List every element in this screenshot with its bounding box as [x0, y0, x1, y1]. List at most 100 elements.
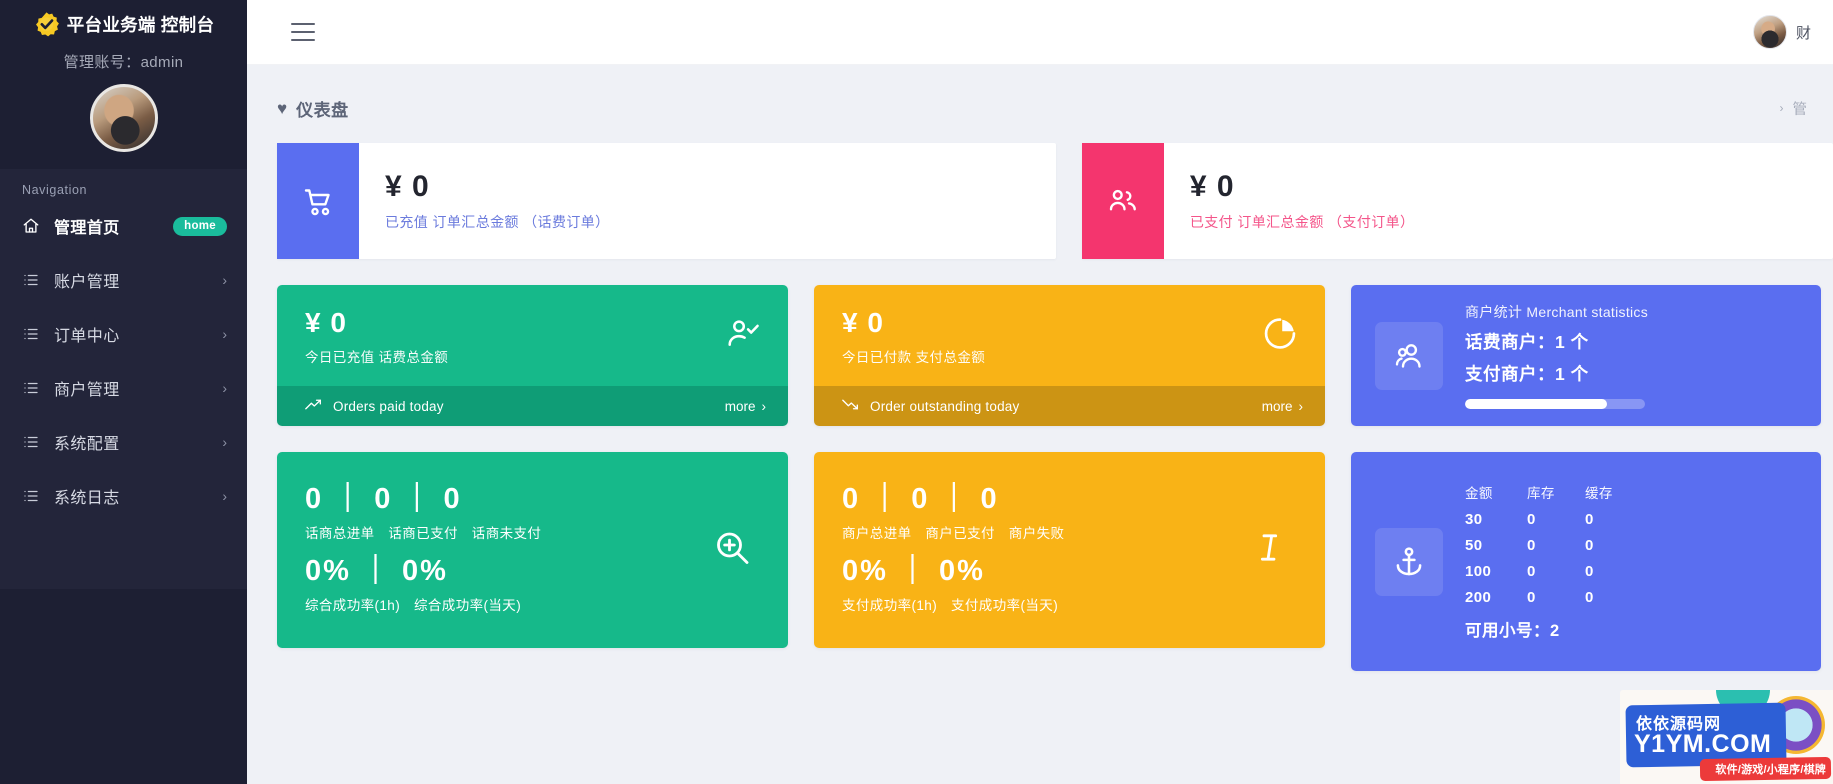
cell-cache: 0	[1585, 589, 1594, 606]
chevron-right-icon: ›	[222, 326, 227, 342]
users-icon	[1081, 143, 1164, 259]
card-stock-table[interactable]: 金额 库存 缓存 30 0 0 50 0 0 100 0 0 200 0 0 可…	[1351, 452, 1821, 671]
merchant-progress-bar	[1465, 399, 1645, 409]
topbar-user-area[interactable]: 财	[1752, 15, 1811, 49]
sidebar-item-system-config[interactable]: 系统配置 ›	[0, 415, 247, 469]
card-footer-left: Order outstanding today	[842, 398, 1019, 414]
hamburger-icon[interactable]	[291, 23, 315, 41]
topbar-avatar[interactable]	[1752, 15, 1787, 49]
sidebar-item-label: 订单中心	[54, 328, 120, 345]
card-body: ¥ 0 已支付 订单汇总金额 （支付订单）	[1164, 143, 1833, 259]
more-link[interactable]: more ›	[725, 399, 766, 414]
brand[interactable]: 平台业务端 控制台	[0, 0, 247, 40]
card-merchant-order-rates[interactable]: 0 ｜ 0 ｜ 0 商户总进单 商户已支付 商户失败 0% ｜ 0% 支付成功率…	[814, 452, 1325, 648]
user-check-icon	[724, 314, 762, 357]
card-today-recharge[interactable]: ¥ 0 今日已充值 话费总金额 Orders paid today more ›	[277, 285, 788, 426]
sidebar-item-system-logs[interactable]: 系统日志 ›	[0, 469, 247, 523]
navigation: Navigation 管理首页 home 账户管理 › 订单中心 › 商户管理 …	[0, 169, 247, 589]
list-icon	[22, 271, 40, 289]
list-icon	[22, 487, 40, 505]
avatar[interactable]	[89, 84, 158, 152]
account-label: 管理账号：admin	[63, 54, 184, 71]
card-label-bottom: 支付成功率(1h) 支付成功率(当天)	[842, 597, 1059, 613]
watermark-line3: 软件/游戏/小程序/棋牌	[1715, 764, 1826, 776]
card-subtitle: 今日已充值 话费总金额	[305, 350, 449, 366]
card-value-top: 0 ｜ 0 ｜ 0	[842, 483, 999, 515]
pie-chart-icon	[1261, 314, 1299, 357]
card-value-top: 0 ｜ 0 ｜ 0	[305, 483, 462, 515]
card-value: ¥ 0	[842, 307, 884, 338]
shield-check-gear-icon	[33, 11, 60, 38]
more-link[interactable]: more ›	[1262, 399, 1303, 414]
more-label: more	[724, 398, 756, 414]
merchant-pay-count: 支付商户：1 个	[1465, 364, 1589, 384]
cell-amount: 100	[1465, 563, 1492, 580]
card-paid-total[interactable]: ¥ 0 已支付 订单汇总金额 （支付订单）	[1081, 143, 1833, 259]
card-top: ¥ 0 今日已充值 话费总金额	[277, 285, 788, 386]
cell-stock: 0	[1527, 511, 1536, 528]
main-area: 财 ♥ 仪表盘 › 管 ¥ 0 已充值 订单汇总金额 （话费订单） ¥ 0 已支…	[247, 0, 1833, 784]
chevron-right-icon: ›	[761, 398, 767, 414]
sidebar-item-label: 系统日志	[54, 490, 120, 507]
cell-amount: 30	[1465, 511, 1483, 528]
cell-amount: 200	[1465, 589, 1492, 606]
card-footer[interactable]: Orders paid today more ›	[277, 386, 788, 426]
list-icon	[22, 379, 40, 397]
card-label: 已充值 订单汇总金额 （话费订单）	[385, 214, 610, 230]
dashboard-grid: ¥ 0 已充值 订单汇总金额 （话费订单） ¥ 0 已支付 订单汇总金额 （支付…	[247, 123, 1833, 671]
heart-icon: ♥	[277, 98, 288, 118]
watermark-badge: 依依源码网 Y1YM.COM 软件/游戏/小程序/棋牌	[1620, 690, 1833, 784]
sidebar-item-badge: home	[173, 216, 227, 236]
card-value: ¥ 0	[305, 307, 347, 338]
cell-amount: 50	[1465, 537, 1483, 554]
chevron-right-icon: ›	[222, 488, 227, 504]
sidebar-item-merchants[interactable]: 商户管理 ›	[0, 361, 247, 415]
cell-stock: 0	[1527, 537, 1536, 554]
more-label: more	[1261, 398, 1293, 414]
sidebar-item-label: 管理首页	[54, 220, 120, 237]
card-footer-label: Order outstanding today	[870, 398, 1020, 414]
table-header-row: 金额 库存 缓存	[1465, 482, 1801, 502]
page-title-wrap: ♥ 仪表盘	[277, 96, 349, 121]
rates-row: 0 ｜ 0 ｜ 0 话商总进单 话商已支付 话商未支付 0% ｜ 0% 综合成功…	[277, 452, 1833, 671]
cell-cache: 0	[1585, 511, 1594, 528]
summary-row: ¥ 0 已充值 订单汇总金额 （话费订单） ¥ 0 已支付 订单汇总金额 （支付…	[277, 143, 1833, 259]
card-value: ¥ 0	[1189, 170, 1235, 203]
card-footer-label: Orders paid today	[333, 398, 444, 414]
breadcrumb-item[interactable]: 管	[1793, 98, 1808, 119]
anchor-icon	[1375, 527, 1443, 596]
table-row: 100 0 0	[1465, 563, 1801, 580]
card-today-payment[interactable]: ¥ 0 今日已付款 支付总金额 Order outstanding today …	[814, 285, 1325, 426]
sidebar-item-orders[interactable]: 订单中心 ›	[0, 307, 247, 361]
card-top: ¥ 0 今日已付款 支付总金额	[814, 285, 1325, 386]
card-footer[interactable]: Order outstanding today more ›	[814, 386, 1325, 426]
list-icon	[22, 433, 40, 451]
people-group-icon	[1375, 321, 1443, 390]
chevron-right-icon: ›	[1298, 398, 1304, 414]
topbar: 财	[247, 0, 1833, 65]
merchant-progress-fill	[1465, 399, 1608, 409]
sidebar-item-label: 商户管理	[54, 382, 120, 399]
sidebar: 平台业务端 控制台 管理账号：admin Navigation 管理首页 hom…	[0, 0, 247, 784]
card-merchant-statistics[interactable]: 商户统计 Merchant statistics 话费商户：1 个 支付商户：1…	[1351, 285, 1821, 426]
watermark-line2: Y1YM.COM	[1634, 730, 1772, 758]
card-subtitle: 今日已付款 支付总金额	[842, 350, 986, 366]
card-recharge-total[interactable]: ¥ 0 已充值 订单汇总金额 （话费订单）	[277, 143, 1056, 259]
table-row: 200 0 0	[1465, 589, 1801, 606]
panel-caption: 商户统计 Merchant statistics	[1465, 304, 1649, 320]
page-title: 仪表盘	[296, 100, 349, 120]
page-header: ♥ 仪表盘 › 管	[247, 93, 1833, 123]
home-icon	[22, 217, 40, 235]
column-header: 金额	[1465, 486, 1493, 501]
sidebar-item-home[interactable]: 管理首页 home	[0, 199, 247, 253]
cell-cache: 0	[1585, 537, 1594, 554]
card-value: ¥ 0	[385, 170, 430, 203]
card-phone-order-rates[interactable]: 0 ｜ 0 ｜ 0 话商总进单 话商已支付 话商未支付 0% ｜ 0% 综合成功…	[277, 452, 788, 648]
panel-body: 商户统计 Merchant statistics 话费商户：1 个 支付商户：1…	[1443, 302, 1821, 409]
sidebar-item-accounts[interactable]: 账户管理 ›	[0, 253, 247, 307]
card-body: ¥ 0 已充值 订单汇总金额 （话费订单）	[359, 143, 1056, 259]
available-accounts-total: 可用小号：2	[1465, 622, 1560, 640]
chevron-right-icon: ›	[1779, 101, 1784, 115]
avatar-container	[0, 84, 247, 152]
app-root: 平台业务端 控制台 管理账号：admin Navigation 管理首页 hom…	[0, 0, 1833, 784]
